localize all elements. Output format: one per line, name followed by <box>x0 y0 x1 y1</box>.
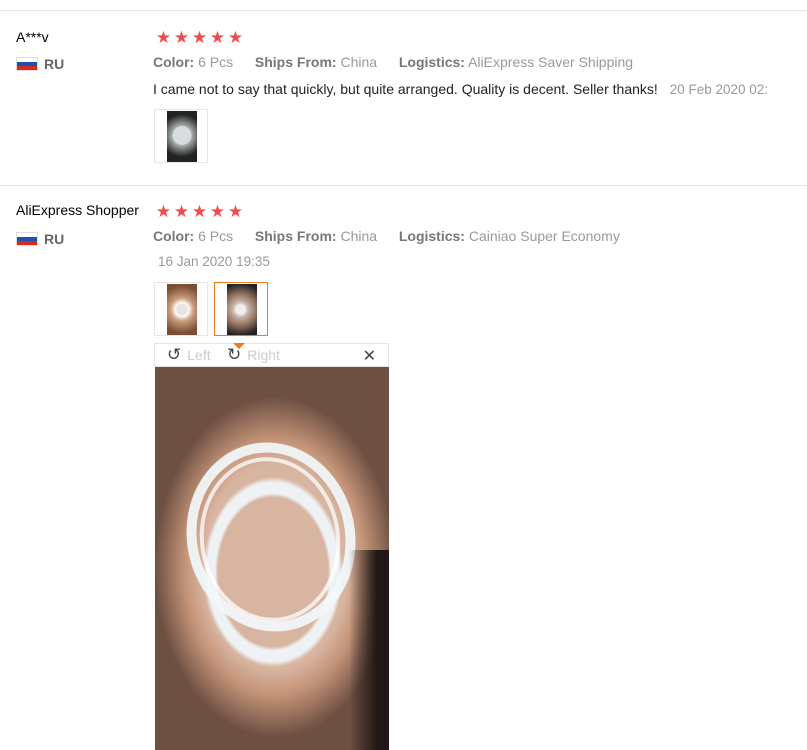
russia-flag-icon <box>16 57 38 71</box>
reviewer-name: A***v <box>16 29 49 45</box>
star-icon: ★ <box>173 28 190 47</box>
photo-image <box>167 111 197 162</box>
rotate-right-button[interactable]: ↻ Right <box>227 346 280 364</box>
order-info: Color: 6 Pcs Ships From: China Logistics… <box>153 228 620 244</box>
review-photo-thumbnail[interactable] <box>154 282 208 336</box>
order-info: Color: 6 Pcs Ships From: China Logistics… <box>153 54 633 70</box>
reviewer-country: RU <box>16 231 64 247</box>
enlarged-review-photo <box>155 367 389 750</box>
image-viewer-toolbar: ↺ Left ↻ Right ✕ <box>154 343 389 367</box>
star-rating: ★ ★ ★ ★ ★ <box>155 29 244 47</box>
color-label: Color: <box>153 228 195 244</box>
review-photo-thumbnail[interactable] <box>154 109 208 163</box>
review-item: AliExpress Shopper RU ★ ★ ★ ★ ★ Color: 6… <box>0 186 807 750</box>
reviewer-country: RU <box>16 56 64 72</box>
photo-shadow <box>349 550 389 750</box>
logistics-value: AliExpress Saver Shipping <box>468 54 634 70</box>
star-icon: ★ <box>191 28 208 47</box>
country-code: RU <box>44 231 65 247</box>
star-icon: ★ <box>227 28 244 47</box>
star-icon: ★ <box>227 202 244 221</box>
logistics-label: Logistics: <box>398 54 465 70</box>
country-code: RU <box>44 56 65 72</box>
color-value: 6 Pcs <box>198 228 234 244</box>
color-value: 6 Pcs <box>198 54 234 70</box>
rotate-right-icon: ↻ <box>227 345 242 364</box>
ships-from-value: China <box>340 54 378 70</box>
rotate-left-icon: ↺ <box>167 345 182 364</box>
star-icon: ★ <box>209 202 226 221</box>
review-date: 20 Feb 2020 02: <box>669 82 769 97</box>
photo-image <box>227 284 257 335</box>
logistics-label: Logistics: <box>398 228 465 244</box>
review-photo-thumbnail-selected[interactable] <box>214 282 268 336</box>
reviewer-name: AliExpress Shopper <box>16 202 139 218</box>
color-label: Color: <box>153 54 195 70</box>
close-icon[interactable]: ✕ <box>363 346 376 366</box>
feedback-text: I came not to say that quickly, but quit… <box>153 81 658 97</box>
logistics-value: Cainiao Super Economy <box>468 228 620 244</box>
star-icon: ★ <box>173 202 190 221</box>
review-item: A***v RU ★ ★ ★ ★ ★ Color: 6 Pcs Ships Fr… <box>0 11 807 186</box>
rotate-left-button[interactable]: ↺ Left <box>167 346 211 364</box>
ships-from-label: Ships From: <box>254 228 337 244</box>
review-date: 16 Jan 2020 19:35 <box>158 254 270 269</box>
rotate-left-label: Left <box>187 347 211 363</box>
rotate-right-label: Right <box>247 347 280 363</box>
star-rating: ★ ★ ★ ★ ★ <box>155 203 244 221</box>
ships-from-value: China <box>340 228 378 244</box>
review-text: I came not to say that quickly, but quit… <box>153 81 768 97</box>
ships-from-label: Ships From: <box>254 54 337 70</box>
russia-flag-icon <box>16 232 38 246</box>
star-icon: ★ <box>209 28 226 47</box>
star-icon: ★ <box>191 202 208 221</box>
photo-image <box>167 284 197 335</box>
star-icon: ★ <box>155 202 172 221</box>
star-icon: ★ <box>155 28 172 47</box>
